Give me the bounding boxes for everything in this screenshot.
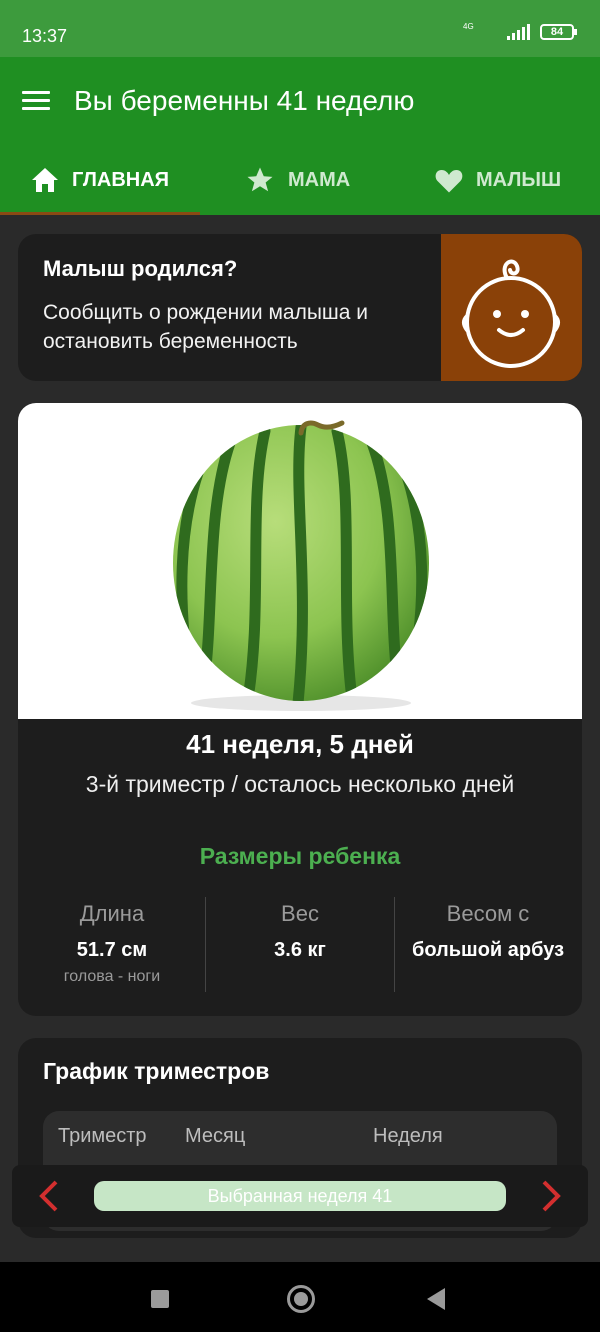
column-header-month: Месяц (185, 1125, 246, 1147)
back-icon[interactable] (427, 1288, 445, 1310)
home-button-icon[interactable] (287, 1285, 315, 1313)
tab-home-label: ГЛАВНАЯ (72, 168, 170, 191)
tab-baby-label: МАЛЫШ (476, 168, 562, 191)
heart-icon (435, 170, 463, 193)
watermelon-image (173, 420, 429, 711)
tab-mama-label: МАМА (288, 168, 351, 191)
metric-size-compare: Весом с большой арбуз (394, 901, 582, 962)
signal-icon: 4G (463, 22, 530, 40)
recent-apps-icon[interactable] (151, 1290, 169, 1308)
battery-icon: 84 (540, 24, 577, 40)
metric-length-label: Длина (79, 901, 145, 926)
tab-mama[interactable]: МАМА (244, 145, 350, 215)
selected-week-label[interactable]: Выбранная неделя 41 (94, 1181, 506, 1211)
star-icon (247, 167, 273, 192)
tab-home[interactable]: ГЛАВНАЯ (30, 145, 169, 215)
next-week-icon[interactable] (534, 1179, 568, 1213)
tab-baby[interactable]: МАЛЫШ (434, 145, 561, 215)
baby-born-text: Сообщить о рождении малыша и остановить … (43, 301, 369, 353)
home-icon (32, 168, 58, 192)
metric-size-compare-label: Весом с (446, 901, 530, 926)
week-card: 41 неделя, 5 дней 3-й триместр / осталос… (18, 403, 582, 1016)
status-icons: 4G 84 (463, 22, 577, 40)
metric-length-sub: голова - ноги (63, 968, 161, 985)
week-navigator: Выбранная неделя 41 (12, 1165, 588, 1227)
trimester-text: 3-й триместр / осталось несколько дней (85, 771, 515, 797)
active-tab-indicator (0, 212, 200, 215)
baby-born-button[interactable] (441, 234, 582, 381)
fruit-image (18, 403, 582, 719)
metric-size-compare-value: большой арбуз (411, 939, 565, 961)
column-header-trimester: Триместр (58, 1125, 147, 1147)
metric-weight-value: 3.6 кг (274, 939, 326, 961)
baby-born-title: Малыш родился? (43, 256, 238, 281)
app-bar: Вы беременны 41 неделю (0, 57, 600, 145)
metric-weight-label: Вес (281, 901, 319, 926)
trimester-chart-title: График триместров (43, 1058, 270, 1084)
network-type: 4G (463, 22, 474, 31)
baby-sizes-title: Размеры ребенка (199, 843, 401, 869)
metric-length-value: 51.7 см (76, 939, 148, 961)
metric-length: Длина 51.7 см голова - ноги (18, 901, 206, 986)
week-title: 41 неделя, 5 дней (186, 729, 414, 759)
column-header-week: Неделя (373, 1125, 443, 1147)
menu-icon[interactable] (22, 91, 50, 111)
system-nav-bar (0, 1262, 600, 1332)
status-time: 13:37 (22, 26, 68, 46)
metric-weight: Вес 3.6 кг (206, 901, 394, 962)
baby-face-icon (462, 259, 560, 368)
tab-bar: ГЛАВНАЯ МАМА МАЛЫШ (0, 145, 600, 215)
battery-level: 84 (550, 26, 564, 38)
prev-week-icon[interactable] (32, 1179, 66, 1213)
app-title: Вы беременны 41 неделю (74, 85, 415, 116)
status-bar: 13:37 4G 84 (0, 0, 600, 57)
baby-born-card[interactable]: Малыш родился? Сообщить о рождении малыш… (18, 234, 582, 381)
